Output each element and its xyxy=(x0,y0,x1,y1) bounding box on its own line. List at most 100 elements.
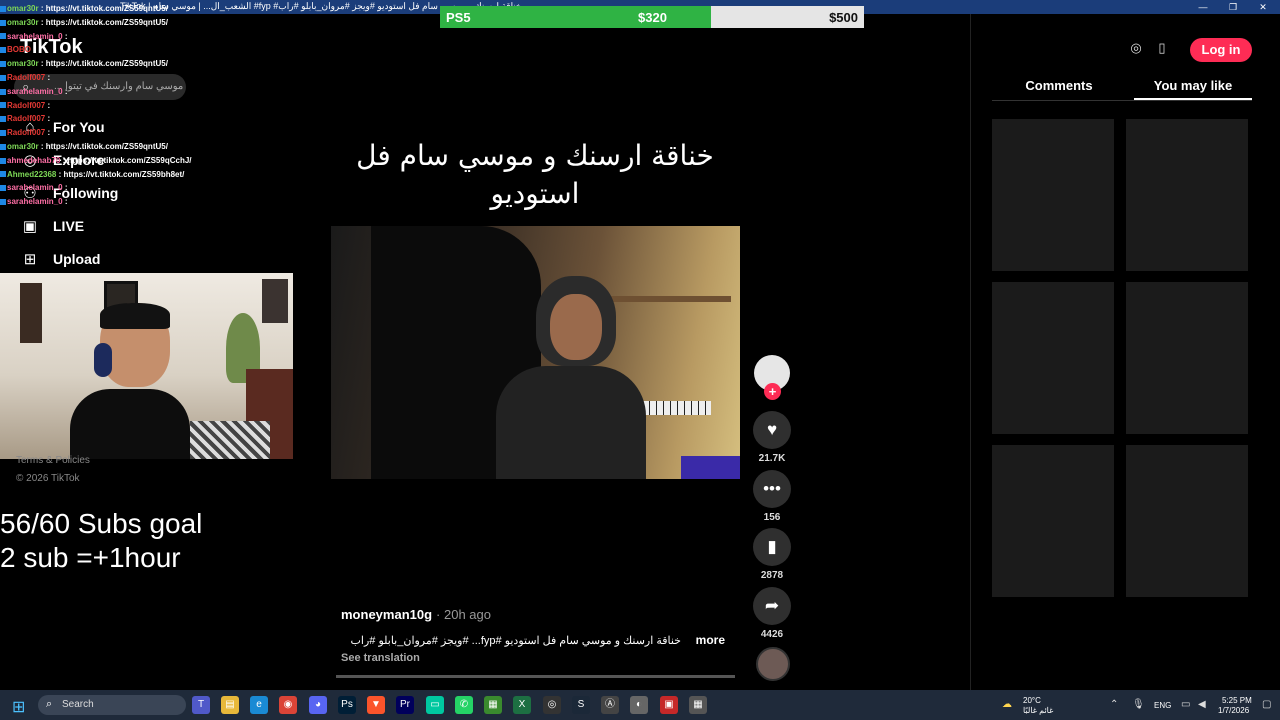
windows-start-icon[interactable]: ⊞ xyxy=(12,697,25,717)
network-icon[interactable]: ▭ xyxy=(1181,699,1190,710)
discord-icon[interactable]: ◕ xyxy=(309,696,327,714)
steam-icon[interactable]: S xyxy=(572,696,590,714)
app-icon[interactable]: Ⓐ xyxy=(601,696,619,714)
nav-upload[interactable]: ⊞ Upload xyxy=(20,248,180,272)
compass-icon[interactable]: ◎ xyxy=(1124,40,1148,60)
share-count: 4426 xyxy=(760,629,784,640)
chat-username: Radolf007 xyxy=(7,114,46,124)
video-caption-line2: استوديو xyxy=(490,177,580,210)
chat-badge-icon xyxy=(0,74,6,81)
video-player[interactable] xyxy=(331,226,740,479)
chat-text: : https://vt.tiktok.com/ZS59bh8et/ xyxy=(58,169,185,179)
edge-icon[interactable]: e xyxy=(250,696,268,714)
premiere-icon[interactable]: Pr xyxy=(396,696,414,714)
close-window-button[interactable]: ✕ xyxy=(1248,0,1278,14)
recommended-thumbnail[interactable] xyxy=(992,119,1114,271)
chat-message: sarahelamin_0 : xyxy=(0,85,240,99)
share-icon[interactable]: ➦ xyxy=(753,587,791,625)
chat-text: : https://vt.tiktok.com/ZS59qCchJ/ xyxy=(62,155,192,165)
clock-time[interactable]: 5:25 PM xyxy=(1222,696,1252,705)
chat-message: Radolf007 : xyxy=(0,71,240,85)
video-caption-line1: خناقة ارسنك و موسي سام فل xyxy=(356,139,714,172)
chat-text: : xyxy=(64,31,68,41)
video-author[interactable]: moneyman10g · 20h ago xyxy=(341,607,491,622)
chrome-icon[interactable]: ◉ xyxy=(279,696,297,714)
excel-icon[interactable]: X xyxy=(513,696,531,714)
comment-icon[interactable]: ••• xyxy=(753,470,791,508)
bookmark-icon[interactable]: ▮ xyxy=(753,528,791,566)
terms-link[interactable]: Terms & Policies xyxy=(16,455,90,466)
see-translation-link[interactable]: See translation xyxy=(341,652,420,664)
capcut-icon[interactable]: ▭ xyxy=(426,696,444,714)
chat-message: omar30r : https://vt.tiktok.com/ZS59qntU… xyxy=(0,57,240,71)
streamer-webcam xyxy=(0,273,293,459)
recommended-thumbnail[interactable] xyxy=(1126,445,1248,597)
clock-date[interactable]: 1/7/2026 xyxy=(1218,706,1249,715)
save-action[interactable]: ▮ 2878 xyxy=(752,528,792,581)
nav-live[interactable]: ▣ LIVE xyxy=(20,215,180,239)
more-button[interactable]: more xyxy=(696,633,725,647)
chat-text: : xyxy=(33,45,36,55)
weather-temp[interactable]: 20°C xyxy=(1023,696,1041,705)
tab-divider xyxy=(992,100,1252,101)
microphone-icon[interactable]: 🎙 xyxy=(1132,699,1145,710)
chat-text: : https://vt.tiktok.com/ZS59qntU5/ xyxy=(40,141,168,151)
whatsapp-icon[interactable]: ✆ xyxy=(455,696,473,714)
chat-username: Radolf007 xyxy=(7,128,46,138)
teams-icon[interactable]: T xyxy=(192,696,210,714)
comment-action[interactable]: ••• 156 xyxy=(752,470,792,523)
recommended-thumbnail[interactable] xyxy=(1126,282,1248,434)
chat-message: sarahelamin_0 : xyxy=(0,195,240,209)
notification-icon[interactable]: ▢ xyxy=(1262,699,1271,710)
chat-badge-icon xyxy=(0,171,6,178)
restore-button[interactable]: ❐ xyxy=(1218,0,1248,14)
file-explorer-icon[interactable]: ▤ xyxy=(221,696,239,714)
author-name[interactable]: moneyman10g xyxy=(341,607,432,622)
chat-username: sarahelamin_0 xyxy=(7,183,63,193)
minecraft-icon[interactable]: ▦ xyxy=(484,696,502,714)
weather-desc[interactable]: غائم غالبًا xyxy=(1023,706,1053,715)
chat-badge-icon xyxy=(0,185,6,192)
tab-you-may-like[interactable]: You may like xyxy=(1134,78,1252,100)
volume-icon[interactable]: ◀ xyxy=(1198,699,1206,710)
chat-text: : xyxy=(47,72,51,82)
tab-comments[interactable]: Comments xyxy=(1004,78,1114,100)
language-indicator[interactable]: ENG xyxy=(1154,701,1171,710)
recommended-thumbnail[interactable] xyxy=(1126,119,1248,271)
login-button[interactable]: Log in xyxy=(1190,38,1252,62)
photoshop-icon[interactable]: Ps xyxy=(338,696,356,714)
video-progress-bar[interactable] xyxy=(336,675,735,678)
like-action[interactable]: ♥ 21.7K xyxy=(752,411,792,464)
taskbar-search[interactable]: ⌕ Search xyxy=(38,695,186,715)
windows-taskbar: ⊞ ⌕ Search T ▤ e ◉ ◕ Ps ▼ Pr ▭ ✆ ▦ X ◎ S… xyxy=(0,690,1280,720)
app-icon[interactable]: ▣ xyxy=(660,696,678,714)
chat-message: ahmedehab70 : https://vt.tiktok.com/ZS59… xyxy=(0,154,240,168)
taskbar-search-label: Search xyxy=(62,699,94,710)
music-disc-icon[interactable] xyxy=(756,647,790,681)
chat-text: : xyxy=(64,183,68,193)
chat-text: : xyxy=(47,114,51,124)
chevron-up-icon[interactable]: ⌃ xyxy=(1110,699,1118,710)
obs-icon[interactable]: ◎ xyxy=(543,696,561,714)
heart-icon[interactable]: ♥ xyxy=(753,411,791,449)
donation-goal-bar: PS5 $320 $500 xyxy=(440,6,864,28)
share-action[interactable]: ➦ 4426 xyxy=(752,587,792,640)
follow-plus-icon[interactable]: + xyxy=(764,383,781,400)
chat-username: sarahelamin_0 xyxy=(7,197,63,207)
recommended-thumbnail[interactable] xyxy=(992,445,1114,597)
brave-icon[interactable]: ▼ xyxy=(367,696,385,714)
goal-name: PS5 xyxy=(446,10,471,25)
app-icon[interactable]: ◐ xyxy=(630,696,648,714)
chat-username: Radolf007 xyxy=(7,100,46,110)
calculator-icon[interactable]: ▦ xyxy=(689,696,707,714)
recommended-thumbnail[interactable] xyxy=(992,282,1114,434)
comment-count: 156 xyxy=(763,512,781,523)
chat-badge-icon xyxy=(0,157,6,164)
phone-icon[interactable]: ▯ xyxy=(1150,40,1174,60)
chat-text: : https://vt.tiktok.com/ZS59qntU5/ xyxy=(40,59,168,69)
chat-username: omar30r xyxy=(7,141,39,151)
minimize-button[interactable]: — xyxy=(1188,0,1218,14)
chat-message: Radolf007 : xyxy=(0,112,240,126)
upload-icon: ⊞ xyxy=(23,251,37,268)
weather-icon[interactable]: ☁ xyxy=(1002,699,1012,710)
